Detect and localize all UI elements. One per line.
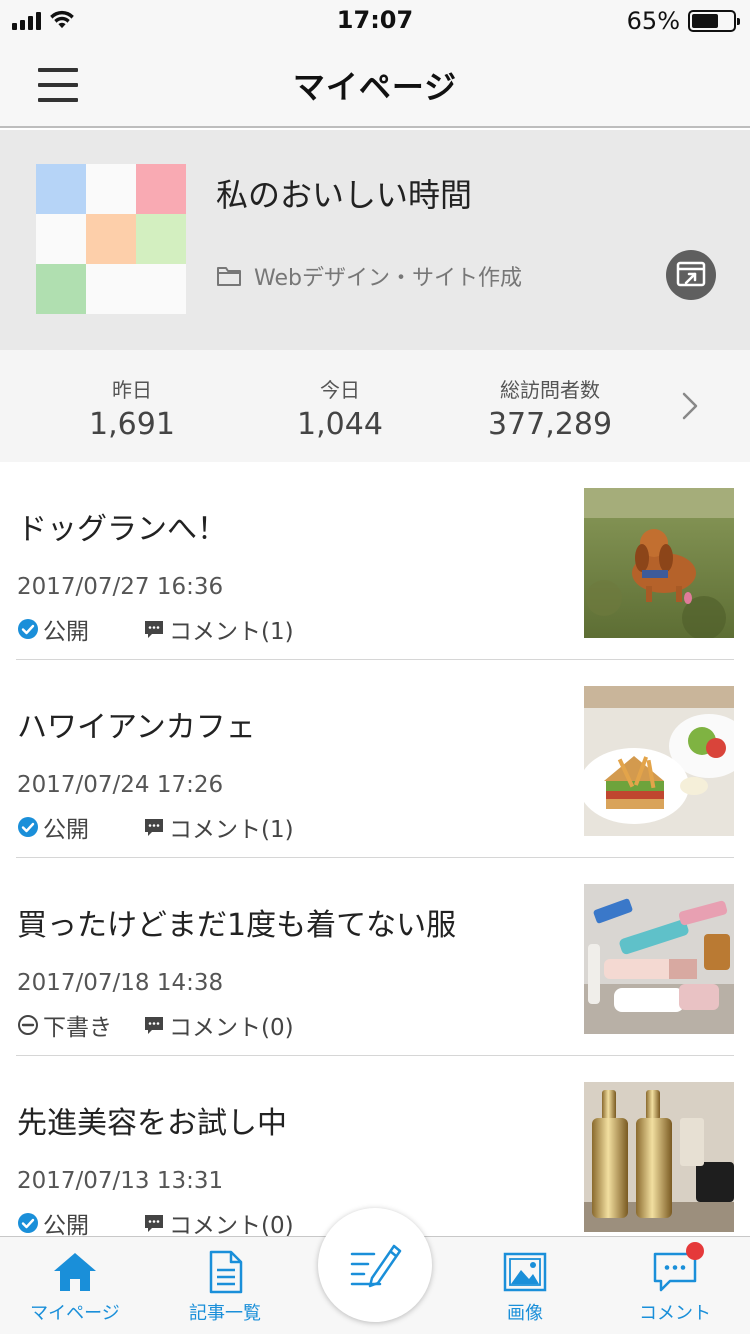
blog-profile: 私のおいしい時間 Webデザイン・サイト作成 — [0, 130, 750, 350]
article-status: 下書き — [17, 1008, 112, 1042]
published-check-icon — [18, 619, 38, 639]
tab-label: 画像 — [507, 1303, 543, 1324]
blog-category-label: Webデザイン・サイト作成 — [254, 266, 522, 291]
article-status: 公開 — [17, 612, 89, 646]
stat-label: 総訪問者数 — [500, 378, 600, 402]
comment-icon — [145, 1017, 163, 1034]
blog-title[interactable]: 私のおいしい時間 — [216, 170, 472, 216]
compose-button[interactable] — [318, 1208, 432, 1322]
notification-badge — [686, 1242, 704, 1260]
article-date: 2017/07/24 17:26 — [17, 772, 224, 798]
folder-icon — [217, 267, 241, 286]
stat-value: 1,044 — [297, 407, 383, 442]
article-title[interactable]: 先進美容をお試し中 — [17, 1098, 287, 1142]
published-check-icon — [18, 1213, 38, 1233]
blog-category: Webデザイン・サイト作成 — [216, 260, 522, 292]
home-icon — [54, 1253, 96, 1291]
status-bar: 17:07 65% — [0, 0, 750, 40]
article-title[interactable]: ハワイアンカフェ — [17, 702, 256, 746]
article-thumbnail-cosmetics[interactable] — [584, 884, 734, 1034]
article-item[interactable]: ドッグランへ！ 2017/07/27 16:36 公開 コメント(1) — [0, 462, 750, 660]
tab-label: コメント — [639, 1303, 711, 1324]
article-date: 2017/07/18 14:38 — [17, 970, 224, 996]
article-item[interactable]: ハワイアンカフェ 2017/07/24 17:26 公開 コメント(1) — [0, 660, 750, 858]
article-status: 公開 — [17, 1206, 89, 1240]
comment-count-label: コメント(1) — [169, 817, 294, 843]
article-comment-count[interactable]: コメント(1) — [143, 612, 294, 646]
article-status-label: 下書き — [43, 1015, 112, 1041]
article-title[interactable]: 買ったけどまだ1度も着てない服 — [17, 900, 456, 944]
stat-today: 今日 1,044 — [270, 374, 410, 442]
article-title[interactable]: ドッグランへ！ — [17, 504, 227, 548]
tab-label: マイページ — [30, 1303, 120, 1324]
comment-icon — [145, 819, 163, 836]
article-date: 2017/07/27 16:36 — [17, 574, 224, 600]
article-thumbnail-dog[interactable] — [584, 488, 734, 638]
tab-label: 記事一覧 — [189, 1303, 261, 1324]
stat-value: 377,289 — [487, 407, 613, 442]
tab-article-list[interactable]: 記事一覧 — [170, 1249, 280, 1325]
battery-percent: 65% — [626, 7, 680, 35]
article-status-label: 公開 — [43, 817, 89, 843]
article-status-label: 公開 — [43, 1213, 89, 1239]
stat-total: 総訪問者数 377,289 — [470, 374, 630, 442]
open-blog-button[interactable] — [666, 250, 716, 300]
external-link-icon — [676, 261, 706, 287]
draft-icon — [18, 1015, 38, 1035]
article-comment-count[interactable]: コメント(0) — [143, 1008, 294, 1042]
published-check-icon — [18, 817, 38, 837]
article-comment-count[interactable]: コメント(0) — [143, 1206, 294, 1240]
image-icon — [503, 1252, 547, 1292]
stat-label: 今日 — [320, 378, 360, 402]
comment-icon — [145, 621, 163, 638]
document-list-icon — [209, 1250, 243, 1294]
tab-comments[interactable]: コメント — [620, 1249, 730, 1325]
comment-count-label: コメント(0) — [169, 1015, 294, 1041]
article-status: 公開 — [17, 810, 89, 844]
access-stats[interactable]: 昨日 1,691 今日 1,044 総訪問者数 377,289 — [0, 350, 750, 462]
stat-value: 1,691 — [89, 407, 175, 442]
tab-images[interactable]: 画像 — [470, 1249, 580, 1325]
article-date: 2017/07/13 13:31 — [17, 1168, 224, 1194]
chevron-right-icon[interactable] — [680, 390, 700, 422]
article-status-label: 公開 — [43, 619, 89, 645]
comment-icon — [145, 1215, 163, 1232]
battery-icon — [688, 10, 740, 32]
stat-label: 昨日 — [112, 378, 152, 402]
page-title: マイページ — [292, 68, 458, 106]
article-thumbnail-serum[interactable] — [584, 1082, 734, 1232]
comment-count-label: コメント(0) — [169, 1213, 294, 1239]
pencil-edit-icon — [350, 1244, 402, 1288]
comment-count-label: コメント(1) — [169, 619, 294, 645]
tab-mypage[interactable]: マイページ — [20, 1249, 130, 1325]
article-item[interactable]: 買ったけどまだ1度も着てない服 2017/07/18 14:38 下書き コメン… — [0, 858, 750, 1056]
article-comment-count[interactable]: コメント(1) — [143, 810, 294, 844]
stat-yesterday: 昨日 1,691 — [62, 374, 202, 442]
nav-bar: マイページ — [0, 40, 750, 128]
blog-thumbnail[interactable] — [36, 164, 186, 314]
article-thumbnail-cafe[interactable] — [584, 686, 734, 836]
